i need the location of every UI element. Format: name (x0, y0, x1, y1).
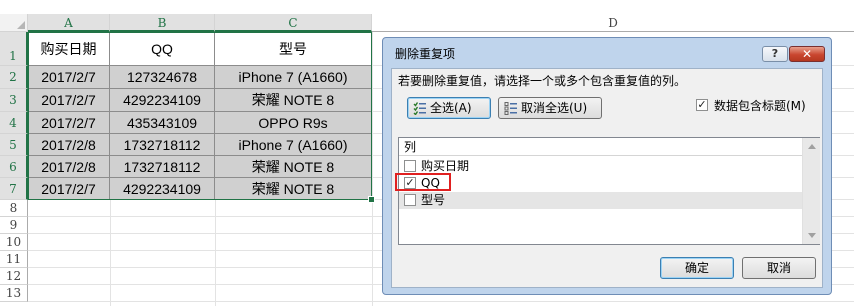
unselect-all-label: 取消全选(U) (521, 101, 588, 115)
row-header-13[interactable]: 13 (0, 285, 28, 302)
row-header-9[interactable]: 9 (0, 217, 28, 234)
table-cell[interactable]: 荣耀 NOTE 8 (215, 156, 372, 178)
table-header-cell[interactable]: 型号 (215, 32, 372, 66)
row-header-10[interactable]: 10 (0, 234, 28, 251)
column-label-model: 型号 (421, 193, 446, 207)
table-cell[interactable]: 1732718112 (110, 156, 215, 178)
row-header-6[interactable]: 6 (0, 156, 28, 178)
ok-button[interactable]: 确定 (660, 257, 734, 279)
row-header-11[interactable]: 11 (0, 251, 28, 268)
table-cell[interactable]: 荣耀 NOTE 8 (215, 89, 372, 112)
table-cell[interactable]: 2017/2/8 (28, 156, 110, 178)
column-header-c[interactable]: C (215, 14, 372, 32)
cancel-button[interactable]: 取消 (742, 257, 816, 279)
row-header-8[interactable]: 8 (0, 200, 28, 217)
listbox-scrollbar[interactable] (802, 138, 820, 244)
list-item-model[interactable]: 型号 (399, 192, 819, 209)
table-cell[interactable]: 435343109 (110, 112, 215, 134)
fill-handle[interactable] (368, 196, 375, 203)
help-button[interactable]: ? (762, 46, 788, 62)
table-cell[interactable]: 2017/2/7 (28, 178, 110, 200)
dialog-body: 若要删除重复值，请选择一个或多个包含重复值的列。 全选(A) 取消全选(U) ✓… (391, 68, 823, 288)
scroll-down-arrow-icon[interactable] (808, 233, 816, 238)
row-header-7[interactable]: 7 (0, 178, 28, 200)
table-cell[interactable]: OPPO R9s (215, 112, 372, 134)
column-header-d[interactable]: D (372, 14, 854, 32)
row-header-3[interactable]: 3 (0, 89, 28, 112)
scroll-up-arrow-icon[interactable] (808, 144, 816, 149)
table-cell[interactable]: iPhone 7 (A1660) (215, 66, 372, 89)
columns-list-header: 列 (399, 138, 819, 156)
table-cell[interactable]: 2017/2/7 (28, 66, 110, 89)
row-header-12[interactable]: 12 (0, 268, 28, 285)
unselect-all-icon (504, 102, 517, 115)
column-header-a[interactable]: A (28, 14, 110, 32)
column-header-b[interactable]: B (110, 14, 215, 32)
table-cell[interactable]: 4292234109 (110, 178, 215, 200)
gridline-horizontal (28, 301, 854, 302)
table-cell[interactable]: iPhone 7 (A1660) (215, 134, 372, 156)
row-header-2[interactable]: 2 (0, 66, 28, 89)
table-header-cell[interactable]: QQ (110, 32, 215, 66)
select-all-label: 全选(A) (430, 101, 472, 115)
dialog-title: 删除重复项 (395, 47, 456, 61)
select-all-icon (413, 102, 426, 115)
table-cell[interactable]: 2017/2/8 (28, 134, 110, 156)
table-header-cell[interactable]: 购买日期 (28, 32, 110, 66)
has-headers-label: 数据包含标题(M) (714, 99, 806, 113)
row-header-4[interactable]: 4 (0, 112, 28, 134)
highlight-annotation-box (395, 173, 451, 191)
columns-listbox[interactable]: 列 购买日期 ✓ QQ 型号 (395, 137, 820, 245)
table-cell[interactable]: 荣耀 NOTE 8 (215, 178, 372, 200)
column-checkbox-model[interactable] (404, 194, 416, 206)
table-cell[interactable]: 4292234109 (110, 89, 215, 112)
table-cell[interactable]: 1732718112 (110, 134, 215, 156)
gridline-vertical (372, 32, 373, 306)
close-button[interactable]: ✕ (789, 46, 825, 62)
column-checkbox-purchase-date[interactable] (404, 160, 416, 172)
select-all-corner[interactable] (0, 14, 28, 32)
list-item-qq[interactable]: ✓ QQ (395, 173, 819, 192)
unselect-all-button[interactable]: 取消全选(U) (498, 97, 602, 119)
row-header-5[interactable]: 5 (0, 134, 28, 156)
dialog-instruction: 若要删除重复值，请选择一个或多个包含重复值的列。 (398, 74, 687, 88)
table-cell[interactable]: 2017/2/7 (28, 112, 110, 134)
select-all-button[interactable]: 全选(A) (407, 97, 491, 119)
remove-duplicates-dialog: 删除重复项 ? ✕ 若要删除重复值，请选择一个或多个包含重复值的列。 全选(A) (382, 37, 832, 295)
table-cell[interactable]: 2017/2/7 (28, 89, 110, 112)
list-item-purchase-date[interactable]: 购买日期 (399, 158, 819, 175)
table-cell[interactable]: 127324678 (110, 66, 215, 89)
row-header-1[interactable]: 1 (0, 32, 28, 66)
has-headers-checkbox[interactable]: ✓ (696, 99, 708, 111)
